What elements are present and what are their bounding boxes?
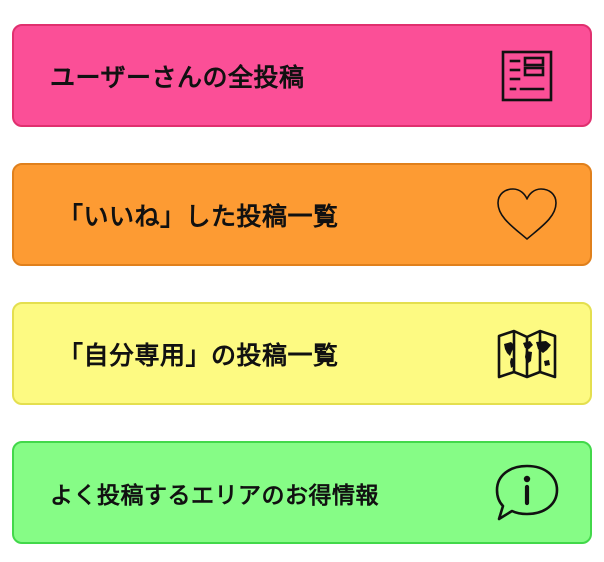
info-speech-bubble-icon <box>494 460 560 526</box>
private-posts-button[interactable]: 「自分専用」の投稿一覧 <box>12 302 592 405</box>
private-posts-label: 「自分専用」の投稿一覧 <box>58 340 339 370</box>
liked-posts-button[interactable]: 「いいね」した投稿一覧 <box>12 163 592 266</box>
area-deals-label: よく投稿するエリアのお得情報 <box>50 482 379 509</box>
menu-list: ユーザーさんの全投稿 「いいね」した投稿一覧 「自分専用」の投稿一覧 よく投稿す… <box>12 24 592 544</box>
area-deals-button[interactable]: よく投稿するエリアのお得情報 <box>12 441 592 544</box>
world-map-icon <box>494 321 560 387</box>
all-posts-label: ユーザーさんの全投稿 <box>50 62 305 92</box>
all-posts-button[interactable]: ユーザーさんの全投稿 <box>12 24 592 127</box>
document-list-icon <box>494 43 560 109</box>
heart-icon <box>494 182 560 248</box>
liked-posts-label: 「いいね」した投稿一覧 <box>58 201 339 231</box>
